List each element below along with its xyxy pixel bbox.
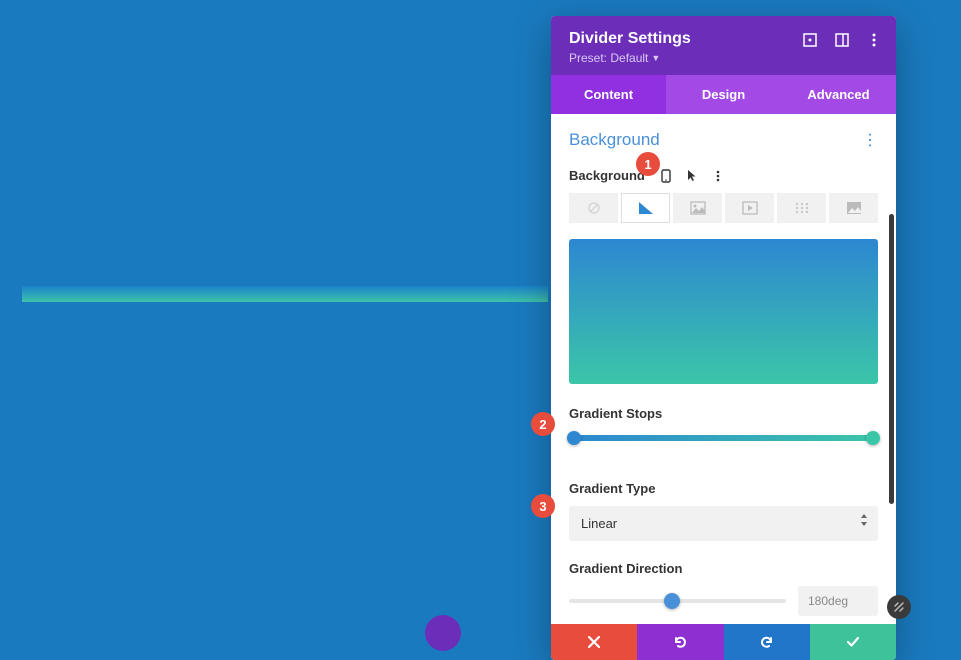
gradient-type-select[interactable]: Linear [569, 506, 878, 541]
tab-content[interactable]: Content [551, 75, 666, 114]
divider-settings-panel: Divider Settings Preset: Default ▼ Conte… [551, 16, 896, 660]
gradient-stop-handle-start[interactable] [567, 431, 581, 445]
background-label-row: Background [569, 168, 878, 183]
bg-type-gradient-button[interactable] [621, 193, 670, 223]
tab-design[interactable]: Design [666, 75, 781, 114]
bg-type-mask-button[interactable] [829, 193, 878, 223]
header-icon-group [802, 32, 882, 48]
gradient-type-value: Linear [581, 516, 617, 531]
more-icon[interactable] [866, 32, 882, 48]
bg-type-pattern-button[interactable] [777, 193, 826, 223]
callout-1: 1 [636, 152, 660, 176]
gradient-stops-label: Gradient Stops [569, 406, 878, 421]
panel-layout-icon[interactable] [834, 32, 850, 48]
save-button[interactable] [810, 624, 896, 660]
bg-type-video-button[interactable] [725, 193, 774, 223]
gradient-direction-slider[interactable] [569, 599, 786, 603]
select-arrows-icon [860, 514, 868, 529]
canvas-divider-element[interactable] [22, 286, 548, 302]
phone-icon[interactable] [659, 169, 673, 183]
bottom-control-arc[interactable] [425, 615, 461, 651]
callout-2: 2 [531, 412, 555, 436]
option-more-icon[interactable] [711, 169, 725, 183]
tab-advanced[interactable]: Advanced [781, 75, 896, 114]
panel-header: Divider Settings Preset: Default ▼ [551, 16, 896, 75]
cursor-icon[interactable] [685, 169, 699, 183]
expand-icon[interactable] [802, 32, 818, 48]
chevron-down-icon: ▼ [651, 53, 660, 63]
redo-button[interactable] [724, 624, 810, 660]
background-label: Background [569, 168, 645, 183]
section-more-icon[interactable]: ⋯ [860, 132, 880, 148]
preset-selector[interactable]: Preset: Default ▼ [569, 51, 878, 65]
gradient-direction-label: Gradient Direction [569, 561, 878, 576]
preset-label: Preset: Default [569, 51, 648, 65]
background-option-row: Background [569, 168, 878, 616]
bg-type-color-button[interactable] [569, 193, 618, 223]
gradient-direction-handle[interactable] [664, 593, 680, 609]
gradient-direction-input[interactable] [798, 586, 878, 616]
background-type-selector [569, 193, 878, 223]
resize-handle[interactable] [887, 595, 911, 619]
gradient-direction-row [569, 586, 878, 616]
responsive-icons [659, 169, 725, 183]
section-background: Background ⋯ [569, 130, 878, 150]
gradient-stop-handle-end[interactable] [866, 431, 880, 445]
gradient-preview[interactable] [569, 239, 878, 384]
tab-bar: Content Design Advanced [551, 75, 896, 114]
panel-footer [551, 624, 896, 660]
bg-type-image-button[interactable] [673, 193, 722, 223]
gradient-stops-slider[interactable] [569, 435, 878, 441]
gradient-type-label: Gradient Type [569, 481, 878, 496]
scrollbar[interactable] [889, 214, 894, 504]
undo-button[interactable] [637, 624, 723, 660]
panel-content: Background ⋯ Background [551, 114, 896, 624]
callout-3: 3 [531, 494, 555, 518]
close-button[interactable] [551, 624, 637, 660]
section-title-text: Background [569, 130, 660, 150]
